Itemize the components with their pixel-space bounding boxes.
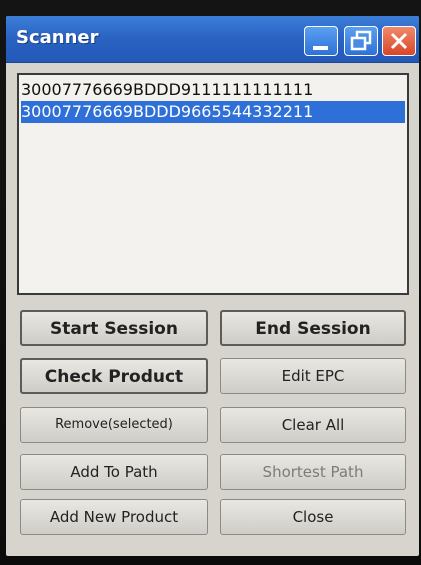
list-item-text: 30007776669BDDD9665544332211 bbox=[21, 102, 314, 121]
epc-listbox[interactable]: 30007776669BDDD9111111111111 30007776669… bbox=[17, 73, 409, 295]
check-product-button[interactable]: Check Product bbox=[20, 358, 208, 394]
window-title: Scanner bbox=[16, 27, 99, 48]
list-item-selected[interactable]: 30007776669BDDD9665544332211 bbox=[21, 101, 405, 123]
add-to-path-button[interactable]: Add To Path bbox=[20, 454, 208, 490]
end-session-button[interactable]: End Session bbox=[220, 310, 406, 346]
close-icon bbox=[390, 32, 408, 50]
start-session-button[interactable]: Start Session bbox=[20, 310, 208, 346]
close-window-button[interactable] bbox=[382, 26, 416, 56]
scanner-window: Scanner 30007776669BDDD9111111111111 300… bbox=[6, 16, 419, 556]
edit-epc-button[interactable]: Edit EPC bbox=[220, 358, 406, 394]
minimize-button[interactable] bbox=[304, 26, 338, 56]
title-bar: Scanner bbox=[6, 16, 419, 63]
close-button[interactable]: Close bbox=[220, 499, 406, 535]
shortest-path-button[interactable]: Shortest Path bbox=[220, 454, 406, 490]
device-frame: Scanner 30007776669BDDD9111111111111 300… bbox=[0, 0, 421, 565]
list-item[interactable]: 30007776669BDDD9111111111111 bbox=[21, 79, 405, 101]
remove-selected-button[interactable]: Remove(selected) bbox=[20, 407, 208, 443]
list-item-text: 30007776669BDDD9111111111111 bbox=[21, 80, 314, 99]
add-new-product-button[interactable]: Add New Product bbox=[20, 499, 208, 535]
minimize-icon bbox=[313, 46, 328, 50]
maximize-icon bbox=[350, 30, 372, 51]
maximize-button[interactable] bbox=[344, 26, 378, 56]
clear-all-button[interactable]: Clear All bbox=[220, 407, 406, 443]
